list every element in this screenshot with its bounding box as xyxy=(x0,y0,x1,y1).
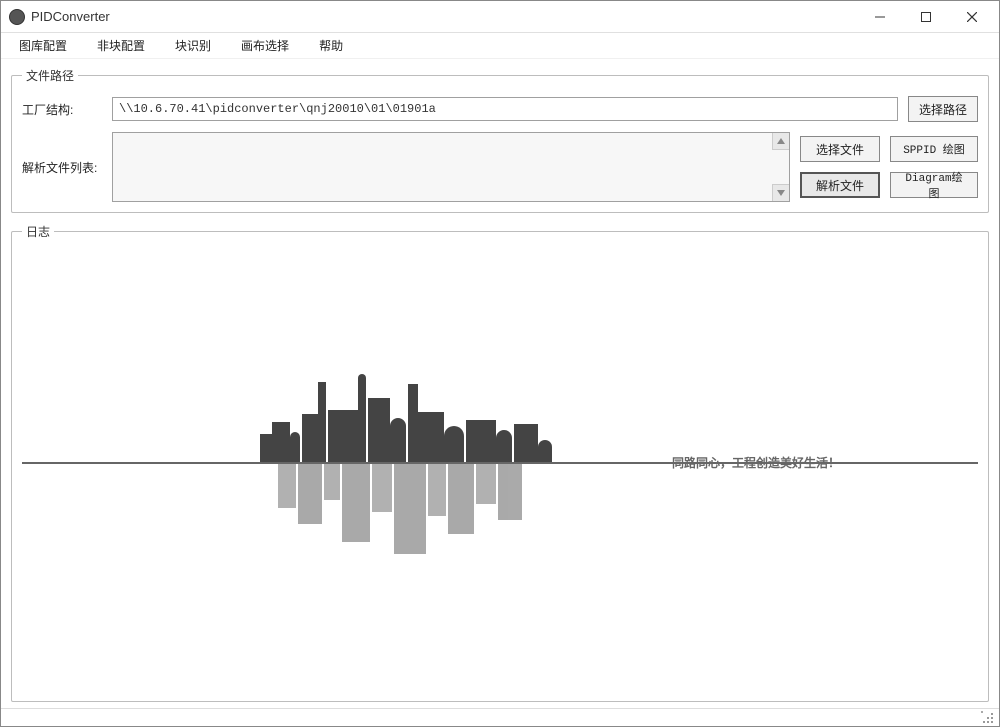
menu-nonblock-config[interactable]: 非块配置 xyxy=(85,35,157,56)
select-path-button[interactable]: 选择路径 xyxy=(908,96,978,122)
select-file-button[interactable]: 选择文件 xyxy=(800,136,880,162)
file-path-legend: 文件路径 xyxy=(22,67,78,84)
application-window: PIDConverter 图库配置 非块配置 块识别 画布选择 帮助 文件路径 … xyxy=(0,0,1000,727)
factory-structure-label: 工厂结构: xyxy=(22,101,102,118)
titlebar: PIDConverter xyxy=(1,1,999,33)
factory-path-input[interactable] xyxy=(112,97,898,121)
skyline-top-icon xyxy=(260,362,560,462)
logo-illustration: 同路同心，工程创造美好生活！ xyxy=(170,362,830,582)
parse-file-button[interactable]: 解析文件 xyxy=(800,172,880,198)
minimize-icon xyxy=(875,12,885,22)
factory-structure-row: 工厂结构: 选择路径 xyxy=(22,96,978,122)
sppid-draw-button[interactable]: SPPID 绘图 xyxy=(890,136,978,162)
close-button[interactable] xyxy=(949,1,995,32)
window-controls xyxy=(857,1,995,32)
parse-file-list[interactable] xyxy=(112,132,790,202)
file-path-group: 文件路径 工厂结构: 选择路径 解析文件列表: 选择文件 xyxy=(11,67,989,213)
parse-file-list-row: 解析文件列表: 选择文件 解析文件 SPPID 绘图 Diagram绘图 xyxy=(22,132,978,202)
window-title: PIDConverter xyxy=(31,9,857,24)
log-body: 同路同心，工程创造美好生活！ xyxy=(22,252,978,691)
file-actions-col: 选择文件 解析文件 xyxy=(800,132,880,202)
maximize-icon xyxy=(921,12,931,22)
skyline-reflection-icon xyxy=(270,464,550,564)
drawing-actions-col: SPPID 绘图 Diagram绘图 xyxy=(890,132,978,202)
minimize-button[interactable] xyxy=(857,1,903,32)
scroll-down-icon[interactable] xyxy=(772,184,789,201)
parse-file-list-label: 解析文件列表: xyxy=(22,132,102,202)
log-group: 日志 xyxy=(11,223,989,702)
slogan-text: 同路同心，工程创造美好生活！ xyxy=(672,454,840,471)
menu-gallery-config[interactable]: 图库配置 xyxy=(7,35,79,56)
menu-help[interactable]: 帮助 xyxy=(307,35,355,56)
menu-canvas-select[interactable]: 画布选择 xyxy=(229,35,301,56)
scroll-up-icon[interactable] xyxy=(772,133,789,150)
close-icon xyxy=(967,12,977,22)
app-icon xyxy=(9,9,25,25)
menubar: 图库配置 非块配置 块识别 画布选择 帮助 xyxy=(1,33,999,59)
content-area: 文件路径 工厂结构: 选择路径 解析文件列表: 选择文件 xyxy=(1,59,999,708)
statusbar xyxy=(1,708,999,726)
log-legend: 日志 xyxy=(22,223,54,240)
maximize-button[interactable] xyxy=(903,1,949,32)
diagram-draw-button[interactable]: Diagram绘图 xyxy=(890,172,978,198)
resize-grip-icon[interactable] xyxy=(981,711,995,725)
menu-block-recognition[interactable]: 块识别 xyxy=(163,35,223,56)
